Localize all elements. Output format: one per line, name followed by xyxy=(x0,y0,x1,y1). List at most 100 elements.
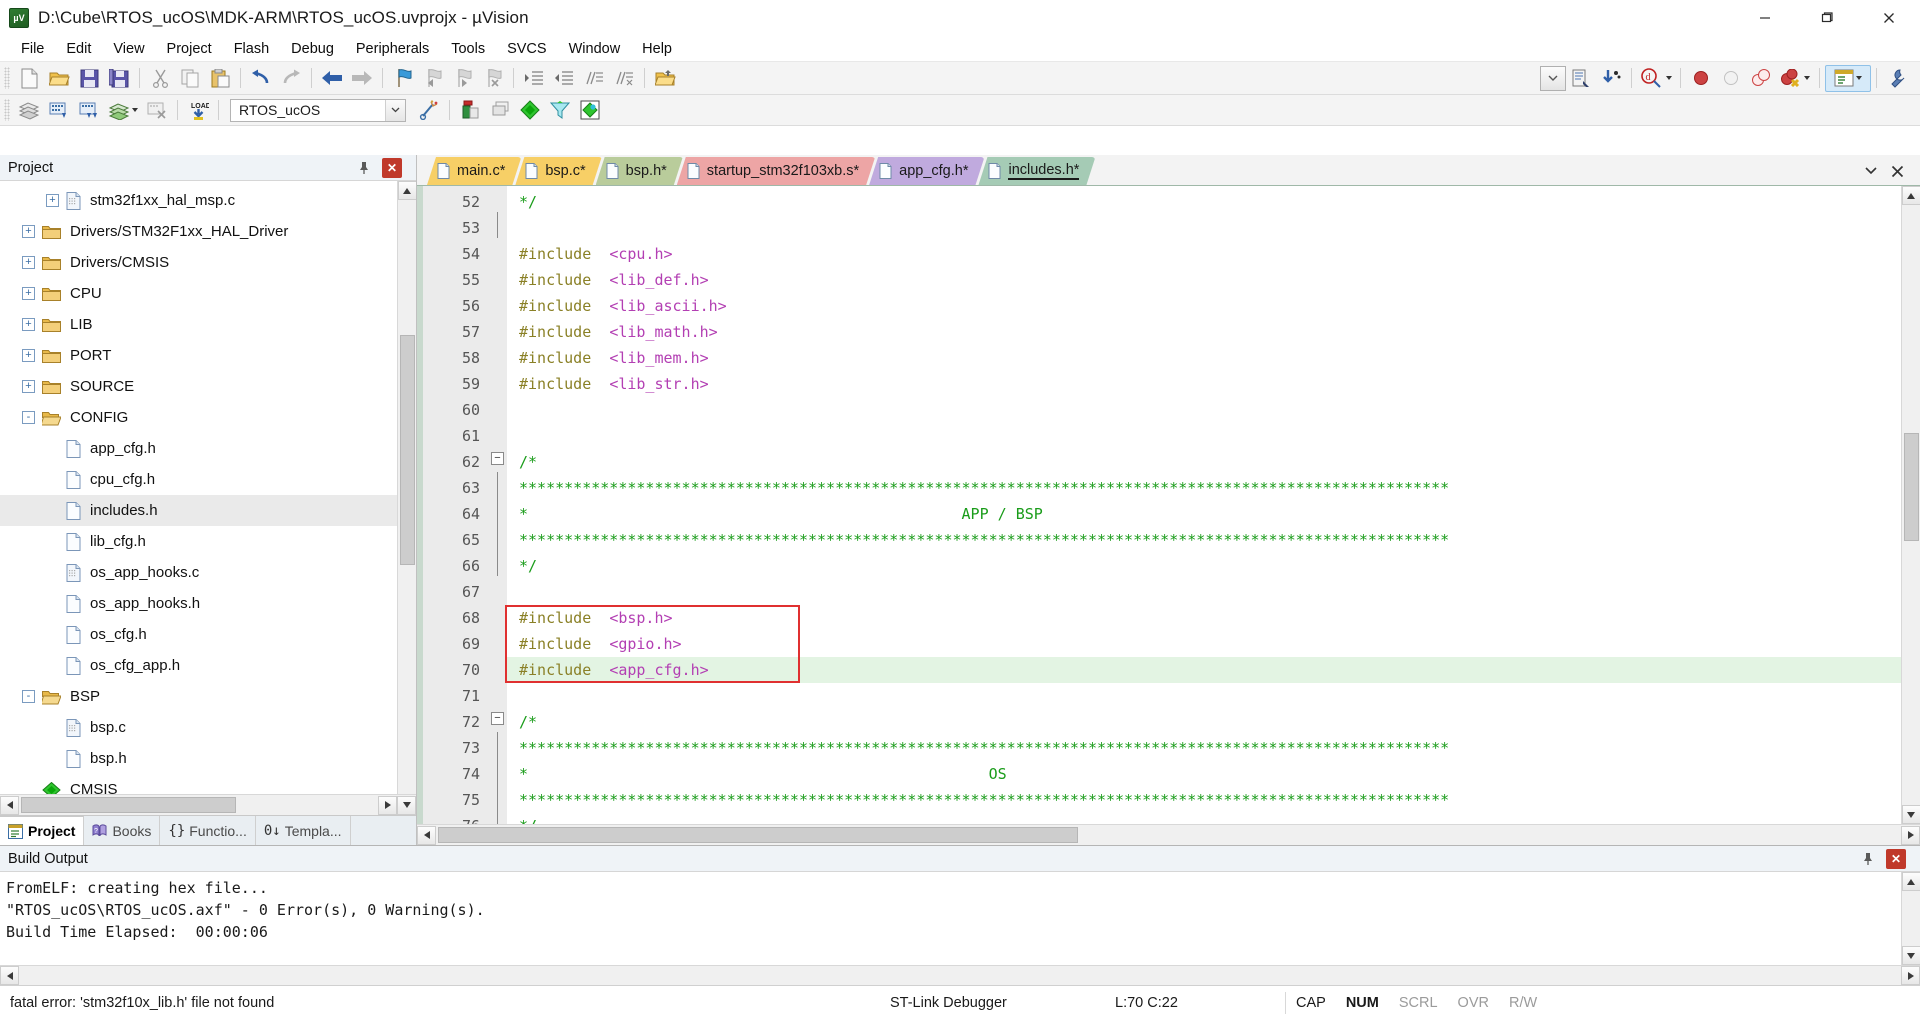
disable-breakpoint-icon[interactable] xyxy=(1716,65,1746,92)
indent-right-icon[interactable] xyxy=(519,65,549,92)
menu-peripherals[interactable]: Peripherals xyxy=(345,39,440,59)
new-component-icon[interactable] xyxy=(515,97,545,124)
code-line[interactable]: #include <lib_mem.h> xyxy=(507,345,1901,371)
tree-item[interactable]: + PORT xyxy=(0,340,397,371)
fold-marker[interactable]: − xyxy=(489,706,507,732)
save-all-icon[interactable] xyxy=(104,65,134,92)
editor-tab[interactable]: bsp.h* xyxy=(596,157,683,185)
scroll-right-arrow[interactable] xyxy=(378,795,397,815)
copy-icon[interactable] xyxy=(175,65,205,92)
build-hscrollbar[interactable] xyxy=(0,965,1920,985)
scroll-down-arrow[interactable] xyxy=(397,795,416,815)
build-target-icon[interactable] xyxy=(44,97,74,124)
close-icon[interactable]: ✕ xyxy=(1886,849,1906,869)
rebuild-all-icon[interactable] xyxy=(74,97,104,124)
indent-left-icon[interactable] xyxy=(549,65,579,92)
comment-icon[interactable] xyxy=(579,65,609,92)
tab-functions[interactable]: {} Functio... xyxy=(160,816,256,845)
tree-expander-plus-icon[interactable]: + xyxy=(22,225,35,238)
code-editor[interactable]: 52 53 54 55 56 57 58 59 60 61 62 63 64 65 66 67 68 69 70 71… xyxy=(417,186,1920,824)
menu-file[interactable]: File xyxy=(10,39,55,59)
filter-icon[interactable] xyxy=(545,97,575,124)
code-line[interactable]: */ xyxy=(507,553,1901,579)
code-line[interactable]: ****************************************… xyxy=(507,475,1901,501)
tree-item[interactable]: + SOURCE xyxy=(0,371,397,402)
editor-tab[interactable]: includes.h* xyxy=(978,157,1095,185)
editor-tab[interactable]: startup_stm32f103xb.s* xyxy=(677,157,875,185)
project-tree-hscrollbar[interactable] xyxy=(0,794,416,815)
tree-item[interactable]: + Drivers/CMSIS xyxy=(0,247,397,278)
scroll-down-arrow[interactable] xyxy=(1901,805,1920,824)
window-layout-icon[interactable] xyxy=(1825,64,1871,92)
code-line[interactable]: #include <gpio.h> xyxy=(507,631,1901,657)
tree-item[interactable]: os_cfg_app.h xyxy=(0,650,397,681)
tree-item[interactable]: + Drivers/STM32F1xx_HAL_Driver xyxy=(0,216,397,247)
tree-item[interactable]: bsp.c xyxy=(0,712,397,743)
configure-target-options-icon[interactable] xyxy=(1882,65,1912,92)
scroll-thumb[interactable] xyxy=(1903,433,1919,541)
scroll-left-arrow[interactable] xyxy=(0,795,19,815)
editor-tab[interactable]: app_cfg.h* xyxy=(869,157,984,185)
tree-expander-plus-icon[interactable]: + xyxy=(22,318,35,331)
scroll-right-arrow[interactable] xyxy=(1901,966,1920,985)
tab-close-icon[interactable] xyxy=(1884,158,1910,184)
code-line[interactable]: #include <lib_ascii.h> xyxy=(507,293,1901,319)
code-line[interactable]: ****************************************… xyxy=(507,527,1901,553)
tree-expander-plus-icon[interactable]: + xyxy=(46,194,59,207)
tab-list-dropdown-icon[interactable] xyxy=(1858,158,1884,184)
code-line[interactable]: * OS xyxy=(507,761,1901,787)
tab-books[interactable]: ? Books xyxy=(84,816,161,845)
editor-hscrollbar[interactable] xyxy=(417,824,1920,845)
menu-flash[interactable]: Flash xyxy=(223,39,280,59)
scroll-left-arrow[interactable] xyxy=(417,825,436,845)
tree-item[interactable]: - BSP xyxy=(0,681,397,712)
tree-expander-minus-icon[interactable]: - xyxy=(22,690,35,703)
undo-icon[interactable] xyxy=(246,65,276,92)
code-line[interactable]: #include <lib_str.h> xyxy=(507,371,1901,397)
code-line[interactable]: */ xyxy=(507,189,1901,215)
editor-tab[interactable]: main.c* xyxy=(427,157,521,185)
tree-item[interactable]: bsp.h xyxy=(0,743,397,774)
menu-project[interactable]: Project xyxy=(156,39,223,59)
bookmark-next-icon[interactable] xyxy=(448,65,478,92)
tree-expander-plus-icon[interactable]: + xyxy=(22,349,35,362)
redo-icon[interactable] xyxy=(276,65,306,92)
tree-item[interactable]: os_cfg.h xyxy=(0,619,397,650)
toolbar-grip[interactable] xyxy=(4,67,10,89)
open-file-icon[interactable] xyxy=(44,65,74,92)
project-tree[interactable]: + stm32f1xx_hal_msp.c + Drivers/STM32F1xx_H… xyxy=(0,181,397,794)
tree-item[interactable]: + LIB xyxy=(0,309,397,340)
navigate-forward-icon[interactable] xyxy=(347,65,377,92)
manage-multi-project-icon[interactable] xyxy=(485,97,515,124)
code-line[interactable]: * APP / BSP xyxy=(507,501,1901,527)
menu-help[interactable]: Help xyxy=(631,39,683,59)
pin-icon[interactable] xyxy=(1858,849,1878,869)
pack-installer-icon[interactable] xyxy=(575,97,605,124)
code-line[interactable]: */ xyxy=(507,813,1901,824)
find-in-files-icon[interactable] xyxy=(1566,65,1596,92)
minimize-button[interactable] xyxy=(1734,0,1796,36)
tree-expander-plus-icon[interactable]: + xyxy=(22,380,35,393)
code-line[interactable]: #include <app_cfg.h> xyxy=(507,657,1901,683)
tree-item[interactable]: app_cfg.h xyxy=(0,433,397,464)
new-file-icon[interactable] xyxy=(14,65,44,92)
code-line[interactable]: #include <cpu.h> xyxy=(507,241,1901,267)
editor-vscrollbar[interactable] xyxy=(1901,186,1920,824)
tree-item[interactable]: cpu_cfg.h xyxy=(0,464,397,495)
goto-definition-icon[interactable] xyxy=(1596,65,1626,92)
code-line[interactable]: #include <lib_math.h> xyxy=(507,319,1901,345)
build-output-body[interactable]: FromELF: creating hex file... "RTOS_ucOS\… xyxy=(0,872,1920,965)
menu-view[interactable]: View xyxy=(102,39,155,59)
scroll-left-arrow[interactable] xyxy=(0,966,19,985)
tree-item[interactable]: - CONFIG xyxy=(0,402,397,433)
tree-item[interactable]: os_app_hooks.c xyxy=(0,557,397,588)
bookmark-prev-icon[interactable] xyxy=(418,65,448,92)
code-line[interactable] xyxy=(507,683,1901,709)
fold-collapse-icon[interactable]: − xyxy=(491,712,504,725)
menu-edit[interactable]: Edit xyxy=(55,39,102,59)
close-window-button[interactable] xyxy=(1858,0,1920,36)
cut-icon[interactable] xyxy=(145,65,175,92)
code-line[interactable]: ****************************************… xyxy=(507,735,1901,761)
kill-all-breakpoints-icon[interactable] xyxy=(1746,65,1776,92)
batch-build-icon[interactable] xyxy=(104,97,142,124)
